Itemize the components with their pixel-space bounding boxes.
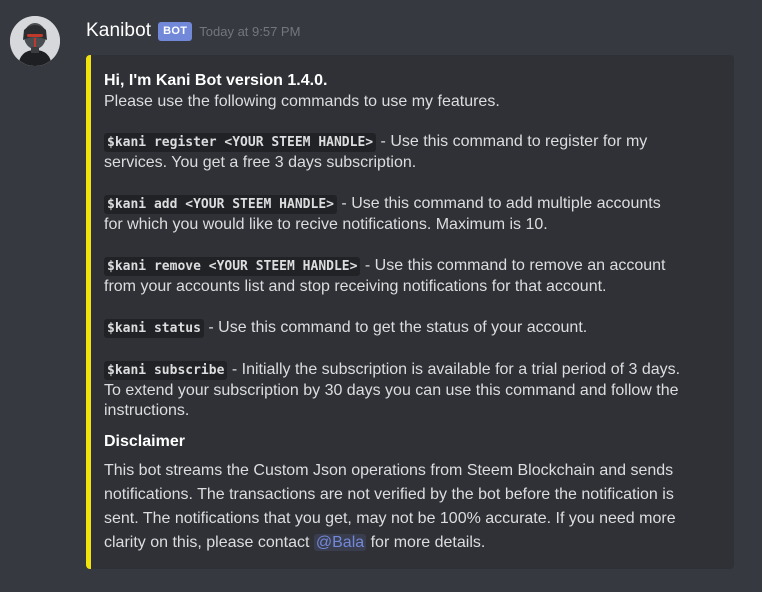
embed-card: Hi, I'm Kani Bot version 1.4.0. Please u… bbox=[86, 55, 734, 569]
command-register: $kani register <YOUR STEEM HANDLE> - Use… bbox=[104, 132, 722, 173]
message-header: Kanibot BOT Today at 9:57 PM bbox=[86, 18, 300, 44]
command-status: $kani status - Use this command to get t… bbox=[104, 318, 722, 339]
command-text: - Initially the subscription is availabl… bbox=[227, 361, 681, 378]
command-remove: $kani remove <YOUR STEEM HANDLE> - Use t… bbox=[104, 256, 722, 297]
command-code: $kani register <YOUR STEEM HANDLE> bbox=[104, 133, 377, 152]
command-add: $kani add <YOUR STEEM HANDLE> - Use this… bbox=[104, 194, 722, 235]
command-code: $kani remove <YOUR STEEM HANDLE> bbox=[104, 257, 361, 276]
username[interactable]: Kanibot bbox=[86, 20, 151, 42]
command-code: $kani add <YOUR STEEM HANDLE> bbox=[104, 195, 337, 214]
command-text: instructions. bbox=[104, 402, 190, 419]
command-subscribe: $kani subscribe - Initially the subscrip… bbox=[104, 360, 722, 421]
disclaimer-line: clarity on this, please contact bbox=[104, 534, 314, 551]
disclaimer-text: This bot streams the Custom Json operati… bbox=[104, 459, 722, 555]
command-text: - Use this command to get the status of … bbox=[203, 319, 588, 336]
disclaimer-line: This bot streams the Custom Json operati… bbox=[104, 462, 674, 479]
command-code: $kani status bbox=[104, 319, 204, 338]
user-mention[interactable]: @Bala bbox=[313, 534, 367, 551]
command-text: - Use this command to remove an account bbox=[360, 257, 666, 274]
command-text: from your accounts list and stop receivi… bbox=[104, 278, 607, 295]
command-text: - Use this command to register for my bbox=[376, 133, 648, 150]
command-text: - Use this command to add multiple accou… bbox=[336, 195, 661, 212]
disclaimer-line: notifications. The transactions are not … bbox=[104, 486, 674, 503]
command-code: $kani subscribe bbox=[104, 361, 228, 380]
command-text: To extend your subscription by 30 days y… bbox=[104, 382, 679, 399]
bot-avatar[interactable] bbox=[10, 16, 60, 66]
disclaimer-line: sent. The notifications that you get, ma… bbox=[104, 510, 676, 527]
bot-tag-badge: BOT bbox=[158, 21, 193, 41]
disclaimer-line: for more details. bbox=[366, 534, 486, 551]
command-text: services. You get a free 3 days subscrip… bbox=[104, 154, 417, 171]
embed-description: Please use the following commands to use… bbox=[104, 92, 722, 421]
embed-title: Hi, I'm Kani Bot version 1.4.0. bbox=[104, 72, 328, 89]
message-timestamp[interactable]: Today at 9:57 PM bbox=[199, 24, 300, 39]
chat-message: Kanibot BOT Today at 9:57 PM Hi, I'm Kan… bbox=[0, 0, 762, 592]
robot-portrait-avatar-icon bbox=[10, 16, 60, 66]
intro-text: Please use the following commands to use… bbox=[104, 93, 500, 110]
command-text: for which you would like to recive notif… bbox=[104, 216, 548, 233]
disclaimer-title: Disclaimer bbox=[104, 433, 185, 450]
